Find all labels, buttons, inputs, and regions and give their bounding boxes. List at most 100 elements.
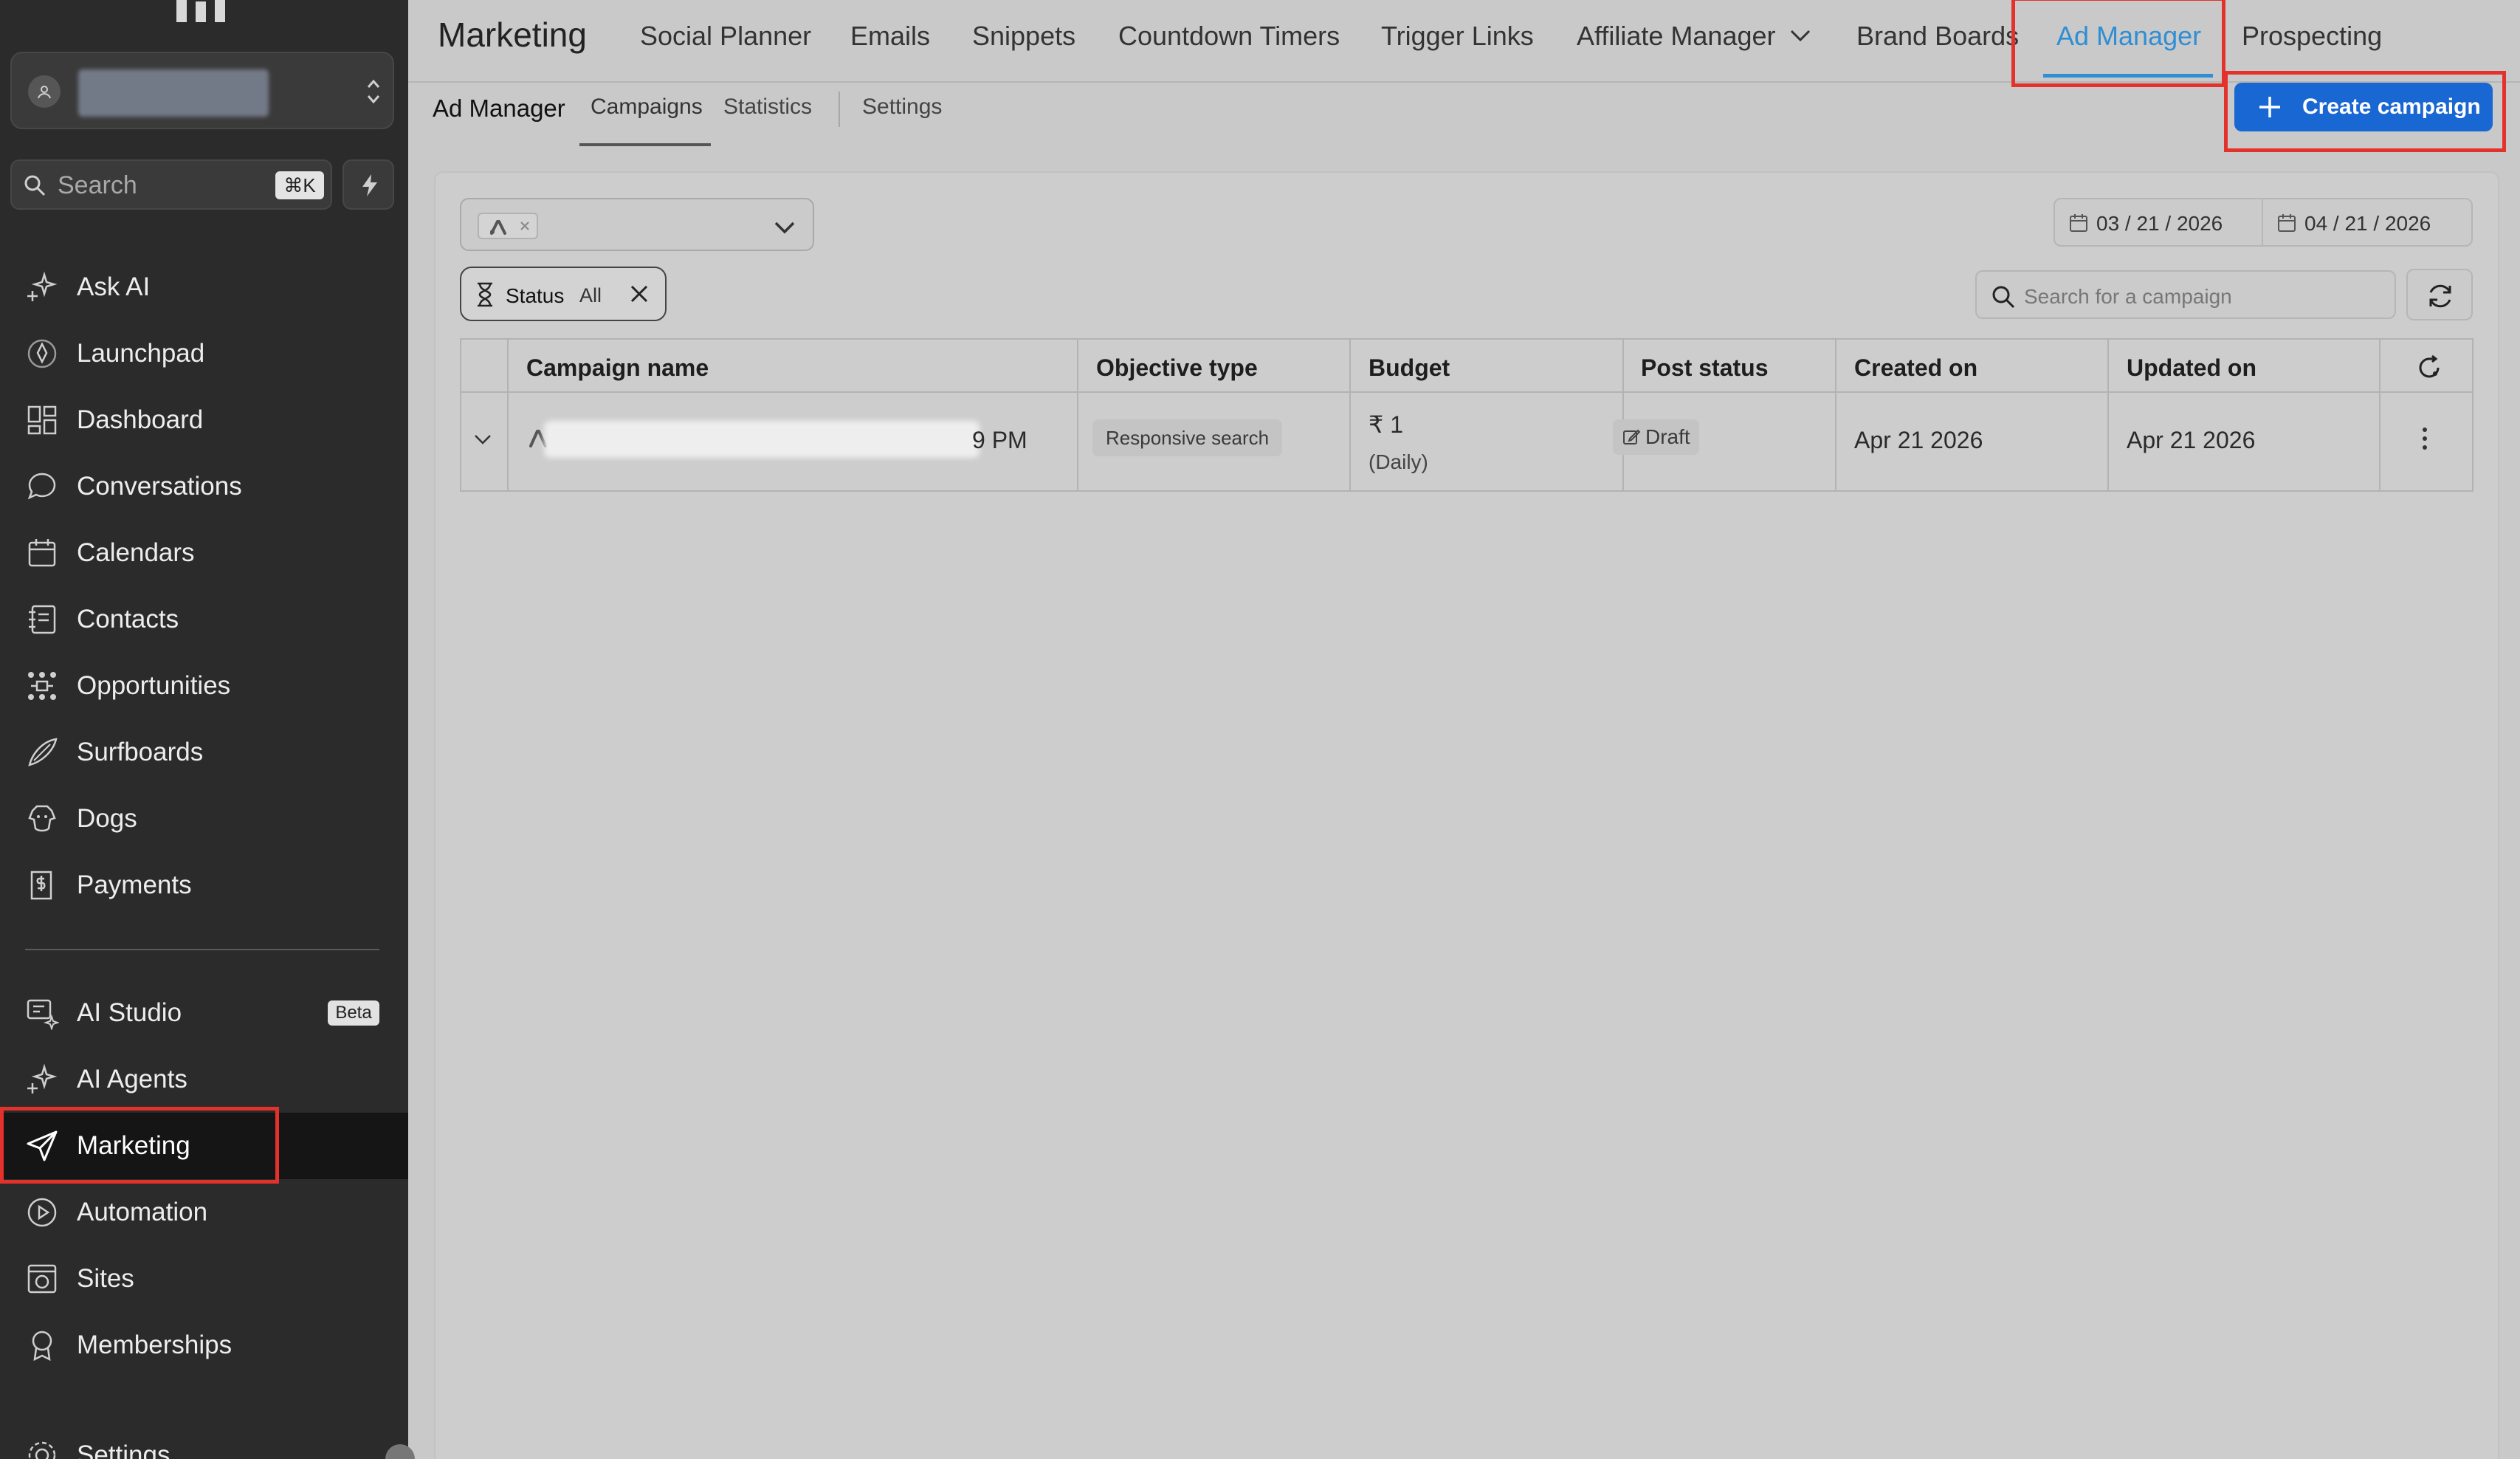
post-status-badge: Draft <box>1613 419 1699 455</box>
status-filter-label: Status <box>506 284 565 307</box>
tab-brand-boards[interactable]: Brand Boards <box>1856 21 2019 52</box>
tab-social-planner[interactable]: Social Planner <box>640 21 811 52</box>
sidebar-item-opportunities[interactable]: Opportunities <box>0 653 408 719</box>
tab-emails[interactable]: Emails <box>850 21 930 52</box>
rocket-icon <box>25 337 59 371</box>
updated-on-value: Apr 21 2026 <box>2127 427 2256 453</box>
sidebar-divider <box>25 949 379 950</box>
tab-separator <box>839 92 840 127</box>
column-header-post-status[interactable]: Post status <box>1641 354 1768 382</box>
lightning-icon <box>362 174 377 196</box>
sidebar-item-automation[interactable]: Automation <box>0 1179 408 1246</box>
sites-icon <box>25 1262 59 1296</box>
tab-countdown-timers[interactable]: Countdown Timers <box>1118 21 1340 52</box>
calendar-icon <box>25 536 59 570</box>
budget-period: (Daily) <box>1369 450 1428 473</box>
tab-trigger-links[interactable]: Trigger Links <box>1381 21 1534 52</box>
sidebar-item-ask-ai[interactable]: Ask AI <box>0 254 408 320</box>
account-switcher[interactable] <box>10 52 394 129</box>
tab-settings[interactable]: Settings <box>862 95 942 120</box>
create-campaign-highlight-box <box>2224 71 2506 152</box>
expand-collapse-icon <box>362 75 385 108</box>
selected-account-chip[interactable] <box>478 213 538 239</box>
contacts-book-icon <box>25 603 59 636</box>
sidebar-item-label: Automation <box>77 1198 208 1226</box>
sidebar-search[interactable]: Search ⌘K <box>10 159 332 210</box>
column-settings-icon[interactable] <box>2416 354 2442 381</box>
sub-navigation: Ad Manager Campaigns Statistics Settings… <box>408 71 2520 152</box>
date-from-value: 03 / 21 / 2026 <box>2096 212 2223 235</box>
award-icon <box>25 1328 59 1362</box>
sidebar-item-ai-studio[interactable]: AI Studio Beta <box>0 980 408 1046</box>
sidebar-item-surfboards[interactable]: Surfboards <box>0 719 408 786</box>
account-name-redacted <box>78 69 269 117</box>
sidebar-item-sites[interactable]: Sites <box>0 1246 408 1312</box>
search-icon <box>1990 284 2017 310</box>
remove-chip-icon[interactable] <box>517 217 532 233</box>
tab-prospecting[interactable]: Prospecting <box>2242 21 2382 52</box>
refresh-icon <box>2429 284 2451 308</box>
ad-account-select[interactable] <box>460 198 814 251</box>
sidebar-item-launchpad[interactable]: Launchpad <box>0 320 408 387</box>
sidebar-item-label: Memberships <box>77 1331 233 1359</box>
tab-statistics[interactable]: Statistics <box>723 95 812 120</box>
page-title: Marketing <box>438 16 587 54</box>
sidebar-item-dogs[interactable]: Dogs <box>0 786 408 852</box>
column-header-created-on[interactable]: Created on <box>1854 354 1977 382</box>
sidebar-item-calendars[interactable]: Calendars <box>0 520 408 586</box>
dog-icon <box>25 802 59 836</box>
sidebar-item-dashboard[interactable]: Dashboard <box>0 387 408 453</box>
active-subtab-indicator <box>579 143 711 146</box>
status-filter-chip[interactable]: Status All <box>460 267 667 321</box>
date-to-value: 04 / 21 / 2026 <box>2304 212 2431 235</box>
refresh-button[interactable] <box>2406 269 2473 320</box>
campaign-name-redacted <box>544 421 980 458</box>
hourglass-icon <box>475 281 495 308</box>
date-to-field[interactable]: 04 / 21 / 2026 <box>2262 198 2473 247</box>
budget-amount: ₹ 1 <box>1369 411 1404 438</box>
sparkle-icon <box>25 270 59 304</box>
status-filter-value: All <box>579 284 602 306</box>
chevron-down-icon[interactable] <box>472 428 494 450</box>
chat-bubble-icon <box>25 470 59 504</box>
close-icon[interactable] <box>625 280 653 308</box>
campaigns-panel: 03 / 21 / 2026 04 / 21 / 2026 Status All… <box>434 171 2499 1459</box>
app-logo <box>173 0 230 24</box>
chevron-down-icon <box>771 214 798 239</box>
gear-icon <box>25 1438 59 1459</box>
payments-icon <box>25 868 59 902</box>
column-header-budget[interactable]: Budget <box>1369 354 1450 382</box>
campaign-search-input[interactable]: Search for a campaign <box>1975 270 2396 319</box>
more-options-icon[interactable] <box>2414 424 2435 453</box>
sidebar-item-payments[interactable]: Payments <box>0 852 408 919</box>
date-from-field[interactable]: 03 / 21 / 2026 <box>2053 198 2263 247</box>
sidebar-item-settings[interactable]: Settings <box>0 1422 408 1459</box>
sidebar-item-label: Conversations <box>77 472 242 501</box>
campaign-name[interactable]: 9 PM <box>972 427 1027 454</box>
user-avatar-icon <box>28 75 61 108</box>
quick-actions-button[interactable] <box>342 159 394 210</box>
objective-badge: Responsive search <box>1092 419 1283 456</box>
sidebar-item-ai-agents[interactable]: AI Agents <box>0 1046 408 1113</box>
sidebar-item-label: Sites <box>77 1264 134 1293</box>
opportunities-icon <box>25 669 59 703</box>
section-title: Ad Manager <box>433 95 565 122</box>
sidebar-item-conversations[interactable]: Conversations <box>0 453 408 520</box>
sidebar-item-memberships[interactable]: Memberships <box>0 1312 408 1379</box>
google-ads-icon <box>489 219 509 235</box>
sidebar-item-label: Settings <box>77 1441 171 1459</box>
column-header-campaign-name[interactable]: Campaign name <box>526 354 709 382</box>
search-icon <box>22 173 47 198</box>
tab-affiliate-manager[interactable]: Affiliate Manager <box>1577 21 1776 52</box>
ad-manager-highlight-box <box>2011 0 2225 87</box>
calendar-icon <box>2068 213 2089 233</box>
sidebar-item-label: Dashboard <box>77 405 204 434</box>
sidebar-item-contacts[interactable]: Contacts <box>0 586 408 653</box>
tab-campaigns[interactable]: Campaigns <box>591 95 703 120</box>
sidebar-item-label: Launchpad <box>77 339 205 368</box>
beta-badge: Beta <box>328 1000 379 1026</box>
column-header-updated-on[interactable]: Updated on <box>2127 354 2256 382</box>
column-header-objective-type[interactable]: Objective type <box>1096 354 1258 382</box>
tab-snippets[interactable]: Snippets <box>972 21 1075 52</box>
sidebar-item-label: Contacts <box>77 605 179 634</box>
